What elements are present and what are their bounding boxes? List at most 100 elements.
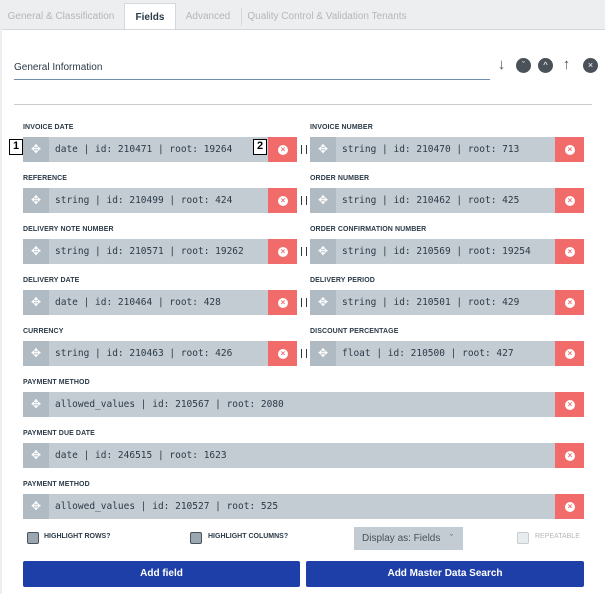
repeatable-checkbox[interactable]: [517, 532, 529, 544]
close-circle-icon[interactable]: ×: [583, 58, 598, 73]
marker-1: 1: [9, 139, 23, 155]
highlight-columns-label: HIGHLIGHT COLUMNS?: [208, 533, 289, 540]
field-row[interactable]: ✥ string | id: 210501 | root: 429 ×: [310, 290, 584, 315]
highlight-rows-checkbox[interactable]: [27, 532, 39, 544]
double-chevron-up-icon[interactable]: ↑: [558, 56, 575, 73]
add-master-data-search-button[interactable]: Add Master Data Search: [306, 561, 584, 587]
field-descriptor: date | id: 246515 | root: 1623: [55, 450, 227, 461]
double-chevron-down-icon[interactable]: ↓: [493, 56, 510, 73]
remove-field-button[interactable]: ×: [268, 137, 297, 162]
repeatable-label: REPEATABLE: [535, 533, 580, 540]
chevron-down-icon: ˇ: [450, 533, 453, 543]
remove-field-button[interactable]: ×: [555, 341, 584, 366]
tab-quality-control[interactable]: Quality Control & Validation Tenants: [244, 3, 410, 30]
drag-handle-icon[interactable]: ✥: [23, 341, 49, 366]
field-descriptor: date | id: 210471 | root: 19264: [55, 144, 233, 155]
field-row[interactable]: ✥ string | id: 210462 | root: 425 ×: [310, 188, 584, 213]
remove-field-button[interactable]: ×: [555, 239, 584, 264]
remove-field-button[interactable]: ×: [555, 392, 584, 417]
field-descriptor: string | id: 210470 | root: 713: [342, 144, 520, 155]
field-label: INVOICE DATE: [23, 124, 74, 131]
remove-circle-icon: ×: [278, 348, 288, 359]
highlight-columns-checkbox[interactable]: [190, 532, 202, 544]
field-descriptor: string | id: 210571 | root: 19262: [55, 246, 244, 257]
remove-field-button[interactable]: ×: [268, 290, 297, 315]
highlight-rows-label: HIGHLIGHT ROWS?: [44, 533, 111, 540]
remove-circle-icon: ×: [278, 195, 288, 206]
remove-circle-icon: ×: [565, 450, 575, 461]
drag-handle-icon[interactable]: ✥: [310, 290, 336, 315]
tab-divider: [241, 8, 242, 26]
remove-circle-icon: ×: [278, 297, 288, 308]
field-label: PAYMENT METHOD: [23, 379, 90, 386]
tab-general-classification[interactable]: General & Classification: [4, 3, 118, 30]
remove-field-button[interactable]: ×: [555, 290, 584, 315]
field-row[interactable]: ✥ float | id: 210500 | root: 427 ×: [310, 341, 584, 366]
pair-separator-icon: [301, 247, 307, 256]
remove-circle-icon: ×: [565, 399, 575, 410]
tab-fields[interactable]: Fields: [124, 3, 176, 30]
drag-handle-icon[interactable]: ✥: [23, 137, 49, 162]
drag-handle-icon[interactable]: ✥: [23, 392, 49, 417]
field-row[interactable]: ✥ string | id: 210569 | root: 19254 ×: [310, 239, 584, 264]
remove-circle-icon: ×: [565, 501, 575, 512]
field-descriptor: string | id: 210463 | root: 426: [55, 348, 233, 359]
field-descriptor: string | id: 210501 | root: 429: [342, 297, 520, 308]
drag-handle-icon[interactable]: ✥: [23, 239, 49, 264]
field-descriptor: allowed_values | id: 210567 | root: 2080: [55, 399, 284, 410]
field-descriptor: string | id: 210569 | root: 19254: [342, 246, 531, 257]
drag-handle-icon[interactable]: ✥: [310, 341, 336, 366]
field-row[interactable]: ✥ string | id: 210571 | root: 19262 ×: [23, 239, 297, 264]
field-row[interactable]: ✥ allowed_values | id: 210527 | root: 525…: [23, 494, 584, 519]
remove-circle-icon: ×: [565, 195, 575, 206]
field-label: CURRENCY: [23, 328, 64, 335]
remove-field-button[interactable]: ×: [555, 137, 584, 162]
section-divider: [14, 104, 592, 105]
display-as-select[interactable]: Display as: Fields ˇ: [354, 527, 463, 550]
tab-advanced[interactable]: Advanced: [178, 3, 238, 30]
field-label: DELIVERY DATE: [23, 277, 80, 284]
field-descriptor: string | id: 210462 | root: 425: [342, 195, 520, 206]
remove-field-button[interactable]: ×: [555, 443, 584, 468]
add-field-button[interactable]: Add field: [23, 561, 300, 587]
section-title[interactable]: General Information: [14, 62, 490, 80]
field-row[interactable]: ✥ string | id: 210470 | root: 713 ×: [310, 137, 584, 162]
field-label: INVOICE NUMBER: [310, 124, 373, 131]
field-row[interactable]: ✥ date | id: 246515 | root: 1623 ×: [23, 443, 584, 468]
field-label: PAYMENT METHOD: [23, 481, 90, 488]
field-descriptor: float | id: 210500 | root: 427: [342, 348, 514, 359]
field-row[interactable]: ✥ date | id: 210464 | root: 428 ×: [23, 290, 297, 315]
display-as-value: Display as: Fields: [362, 533, 441, 544]
remove-circle-icon: ×: [565, 144, 575, 155]
drag-handle-icon[interactable]: ✥: [23, 494, 49, 519]
field-descriptor: allowed_values | id: 210527 | root: 525: [55, 501, 279, 512]
field-row[interactable]: ✥ allowed_values | id: 210567 | root: 208…: [23, 392, 584, 417]
drag-handle-icon[interactable]: ✥: [310, 239, 336, 264]
remove-field-button[interactable]: ×: [555, 494, 584, 519]
field-label: REFERENCE: [23, 175, 68, 182]
drag-handle-icon[interactable]: ✥: [310, 188, 336, 213]
remove-circle-icon: ×: [565, 246, 575, 257]
chevron-down-circle-icon[interactable]: ˇ: [516, 58, 531, 73]
field-label: PAYMENT DUE DATE: [23, 430, 95, 437]
drag-handle-icon[interactable]: ✥: [310, 137, 336, 162]
remove-field-button[interactable]: ×: [268, 341, 297, 366]
field-row[interactable]: ✥ string | id: 210499 | root: 424 ×: [23, 188, 297, 213]
field-label: ORDER NUMBER: [310, 175, 370, 182]
remove-field-button[interactable]: ×: [268, 188, 297, 213]
drag-handle-icon[interactable]: ✥: [23, 290, 49, 315]
marker-2: 2: [253, 139, 267, 155]
chevron-up-circle-icon[interactable]: ^: [538, 58, 553, 73]
pair-separator-icon: [301, 349, 307, 358]
remove-field-button[interactable]: ×: [555, 188, 584, 213]
field-row[interactable]: ✥ string | id: 210463 | root: 426 ×: [23, 341, 297, 366]
remove-circle-icon: ×: [278, 144, 288, 155]
drag-handle-icon[interactable]: ✥: [23, 188, 49, 213]
drag-handle-icon[interactable]: ✥: [23, 443, 49, 468]
tab-bar: General & Classification Fields Advanced…: [0, 0, 605, 30]
field-label: ORDER CONFIRMATION NUMBER: [310, 226, 427, 233]
field-label: DISCOUNT PERCENTAGE: [310, 328, 399, 335]
field-label: DELIVERY PERIOD: [310, 277, 375, 284]
pair-separator-icon: [301, 196, 307, 205]
remove-field-button[interactable]: ×: [268, 239, 297, 264]
